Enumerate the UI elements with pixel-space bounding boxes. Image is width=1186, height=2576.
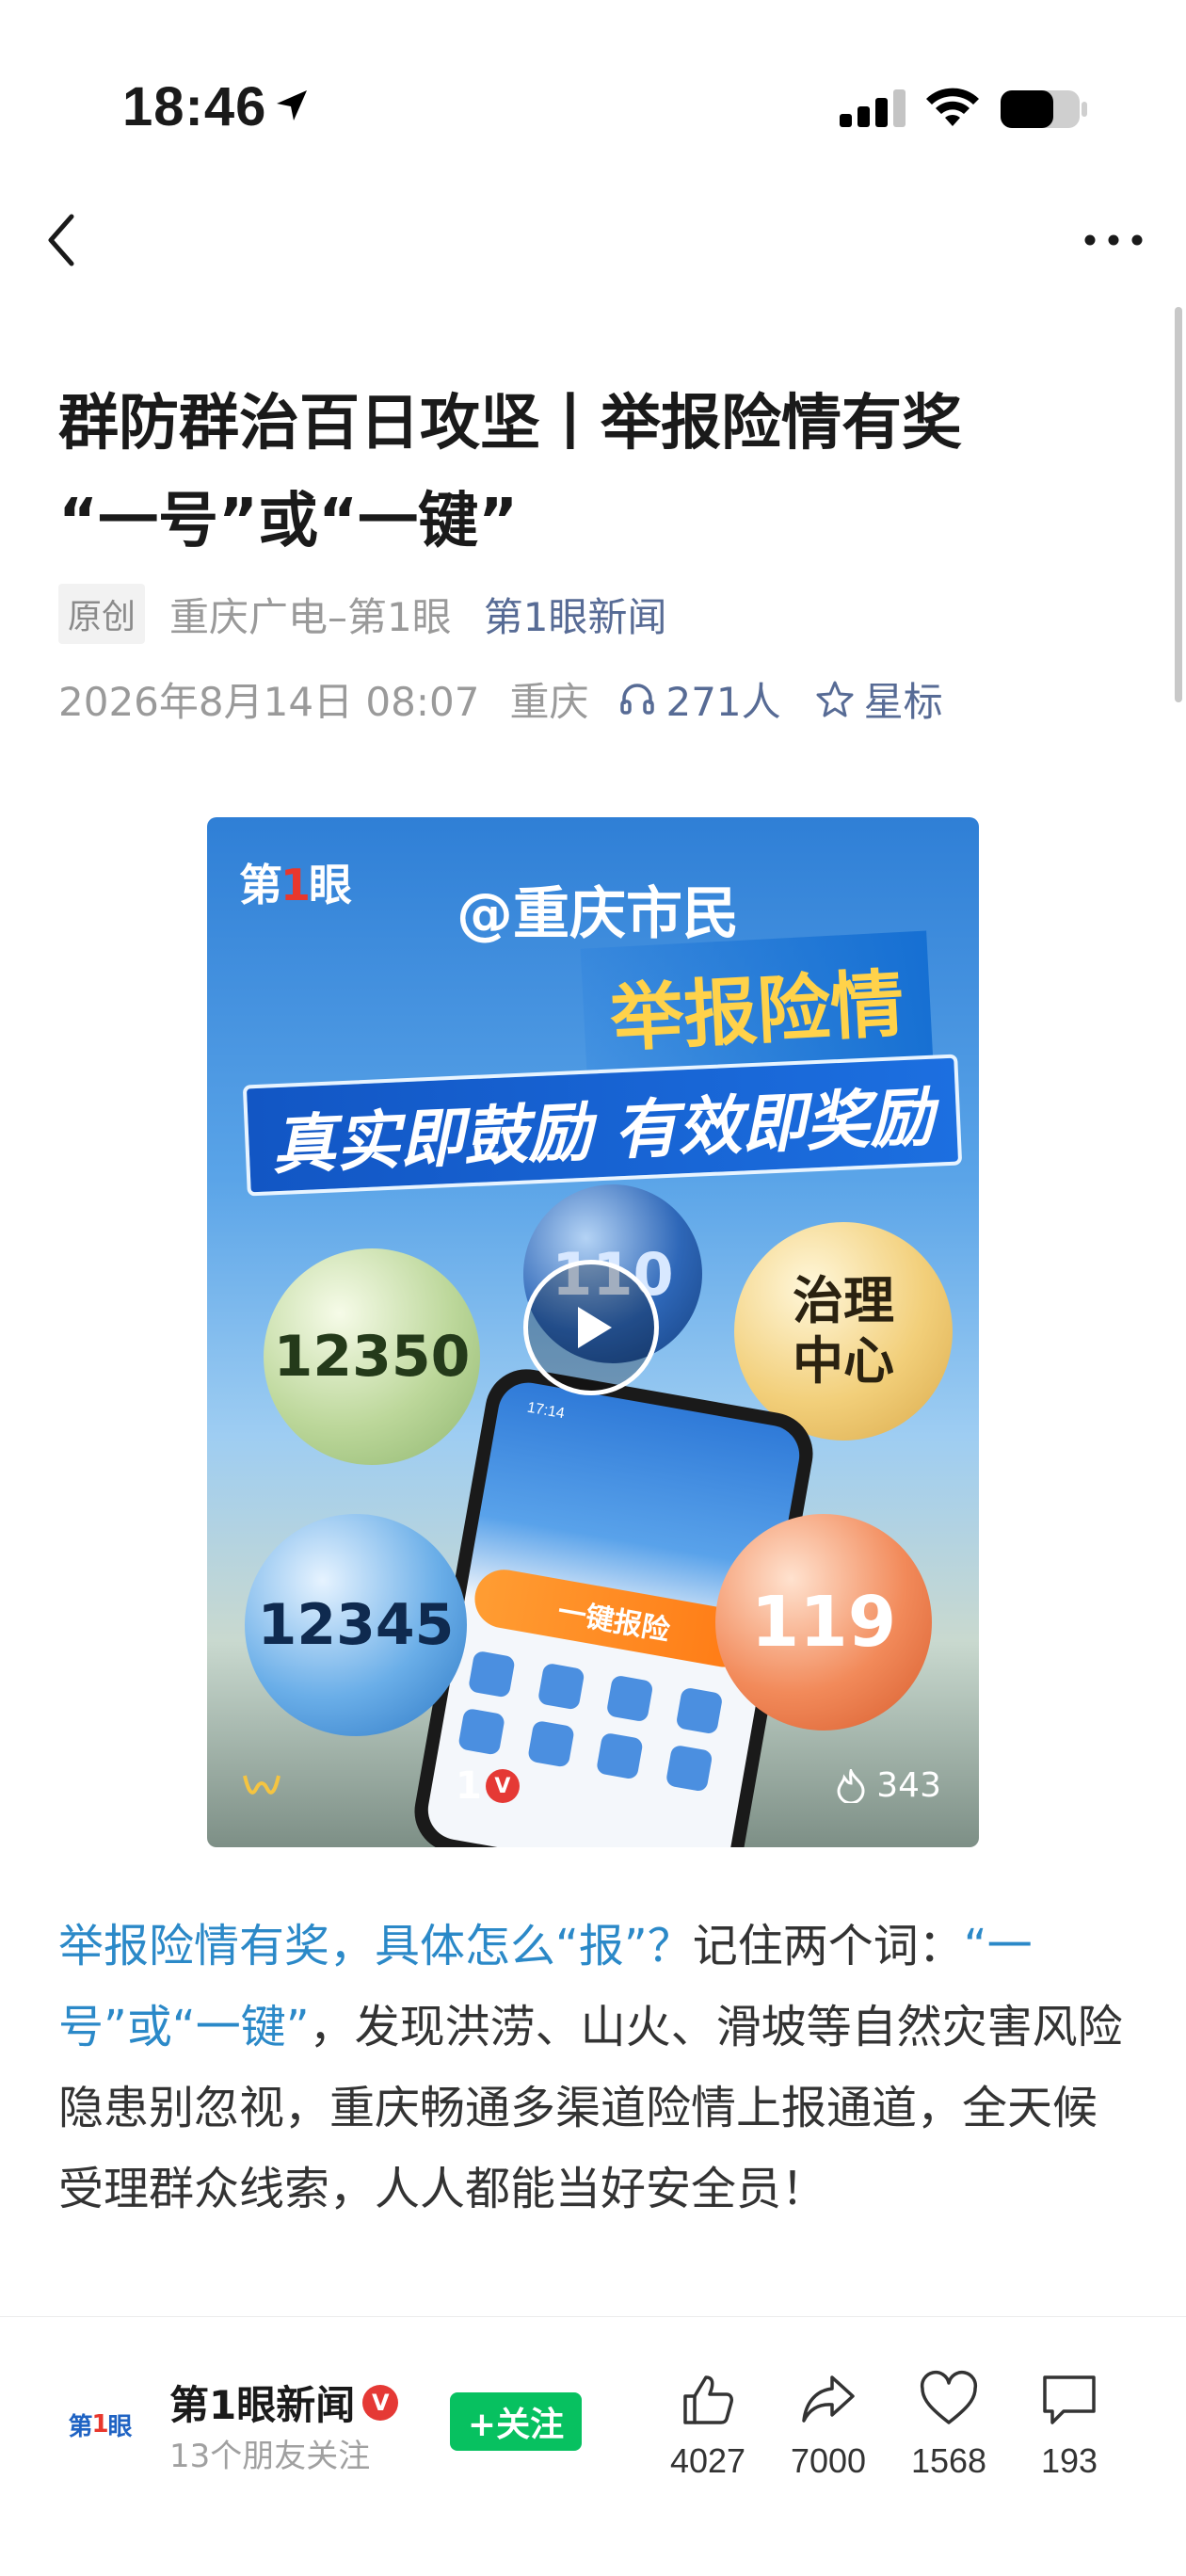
listen-button[interactable]: 271人 bbox=[618, 670, 781, 728]
heart-icon bbox=[920, 2371, 978, 2424]
star-icon bbox=[816, 681, 854, 717]
video-player[interactable]: 第1眼 @重庆市民 举报险情 真实即鼓励 有效即奖励 12350 110 治理 … bbox=[207, 817, 979, 1847]
top-nav bbox=[0, 188, 1186, 292]
scrollbar[interactable] bbox=[1175, 307, 1182, 702]
status-time: 18:46 bbox=[122, 76, 267, 137]
star-label: 星标 bbox=[863, 678, 943, 725]
phone-time: 17:14 bbox=[525, 1399, 567, 1423]
channels-logo-icon bbox=[241, 1772, 282, 1812]
thumbs-up-icon bbox=[683, 2375, 733, 2424]
favorite-button[interactable]: 1568 bbox=[892, 2370, 1005, 2481]
account-name[interactable]: 第1眼新闻 V bbox=[169, 2374, 399, 2431]
article-meta-source: 原创 重庆广电–第1眼 第1眼新闻 bbox=[58, 584, 666, 644]
location-arrow-icon bbox=[277, 90, 307, 121]
signal-icon bbox=[840, 89, 906, 127]
bubble-12345: 12345 bbox=[245, 1514, 467, 1736]
video-banner: 真实即鼓励 有效即奖励 bbox=[242, 1054, 963, 1197]
title-line-2: “一号”或“一键” bbox=[58, 487, 519, 556]
author-name: 重庆广电–第1眼 bbox=[169, 593, 452, 640]
publish-location: 重庆 bbox=[509, 678, 589, 725]
verified-badge-icon: V bbox=[362, 2384, 399, 2421]
video-heat: 343 bbox=[835, 1766, 941, 1805]
back-icon[interactable] bbox=[40, 207, 87, 273]
video-logo: 第1眼 bbox=[239, 860, 352, 910]
battery-icon bbox=[1001, 90, 1087, 128]
comment-count: 193 bbox=[1040, 2441, 1098, 2480]
star-button[interactable]: 星标 bbox=[815, 670, 943, 728]
favorite-count: 1568 bbox=[910, 2441, 987, 2480]
bubble-governance-center: 治理 中心 bbox=[734, 1222, 953, 1441]
flame-icon bbox=[837, 1768, 865, 1803]
bottom-bar: 第1眼 第1眼新闻 V 13个朋友关注 +关注 4027 7000 1568 1… bbox=[0, 2316, 1186, 2576]
video-flag: 1 V bbox=[456, 1764, 520, 1808]
comment-icon bbox=[1043, 2375, 1096, 2424]
more-icon[interactable] bbox=[1081, 217, 1146, 264]
bubble-12350: 12350 bbox=[264, 1248, 480, 1465]
follow-button[interactable]: +关注 bbox=[450, 2392, 582, 2451]
headphones-icon bbox=[620, 684, 655, 715]
like-count: 4027 bbox=[669, 2441, 746, 2480]
article-body: 举报险情有奖，具体怎么“报”？记住两个词：“一号”或“一键”，发现洪涝、山火、滑… bbox=[58, 1906, 1131, 2230]
original-tag: 原创 bbox=[58, 584, 146, 644]
like-button[interactable]: 4027 bbox=[651, 2370, 764, 2481]
share-count: 7000 bbox=[790, 2441, 867, 2480]
play-icon bbox=[578, 1307, 612, 1348]
followers-text: 13个朋友关注 bbox=[169, 2438, 371, 2475]
play-button[interactable] bbox=[523, 1260, 659, 1395]
bubble-119: 119 bbox=[715, 1514, 932, 1731]
wifi-icon bbox=[926, 88, 979, 126]
share-button[interactable]: 7000 bbox=[772, 2370, 885, 2481]
comment-button[interactable]: 193 bbox=[1013, 2370, 1126, 2481]
body-highlight-1: 举报险情有奖，具体怎么“报”？ bbox=[58, 1920, 693, 1972]
channel-link[interactable]: 第1眼新闻 bbox=[484, 586, 667, 643]
listener-count: 271人 bbox=[665, 678, 781, 725]
article-title: 群防群治百日攻坚丨举报险情有奖 “一号”或“一键” bbox=[58, 375, 1113, 571]
body-text-1: 记住两个词： bbox=[692, 1920, 964, 1972]
title-line-1: 群防群治百日攻坚丨举报险情有奖 bbox=[58, 389, 962, 459]
verified-badge-icon: V bbox=[485, 1769, 520, 1803]
share-icon bbox=[802, 2375, 855, 2423]
article-meta-info: 2026年8月14日 08:07 重庆 271人 星标 bbox=[58, 668, 943, 729]
heat-count: 343 bbox=[876, 1766, 941, 1805]
publish-date: 2026年8月14日 08:07 bbox=[58, 678, 480, 725]
status-bar: 18:46 bbox=[0, 0, 1186, 188]
video-at-text: @重庆市民 bbox=[457, 881, 739, 947]
account-avatar[interactable]: 第1眼 bbox=[60, 2385, 139, 2464]
